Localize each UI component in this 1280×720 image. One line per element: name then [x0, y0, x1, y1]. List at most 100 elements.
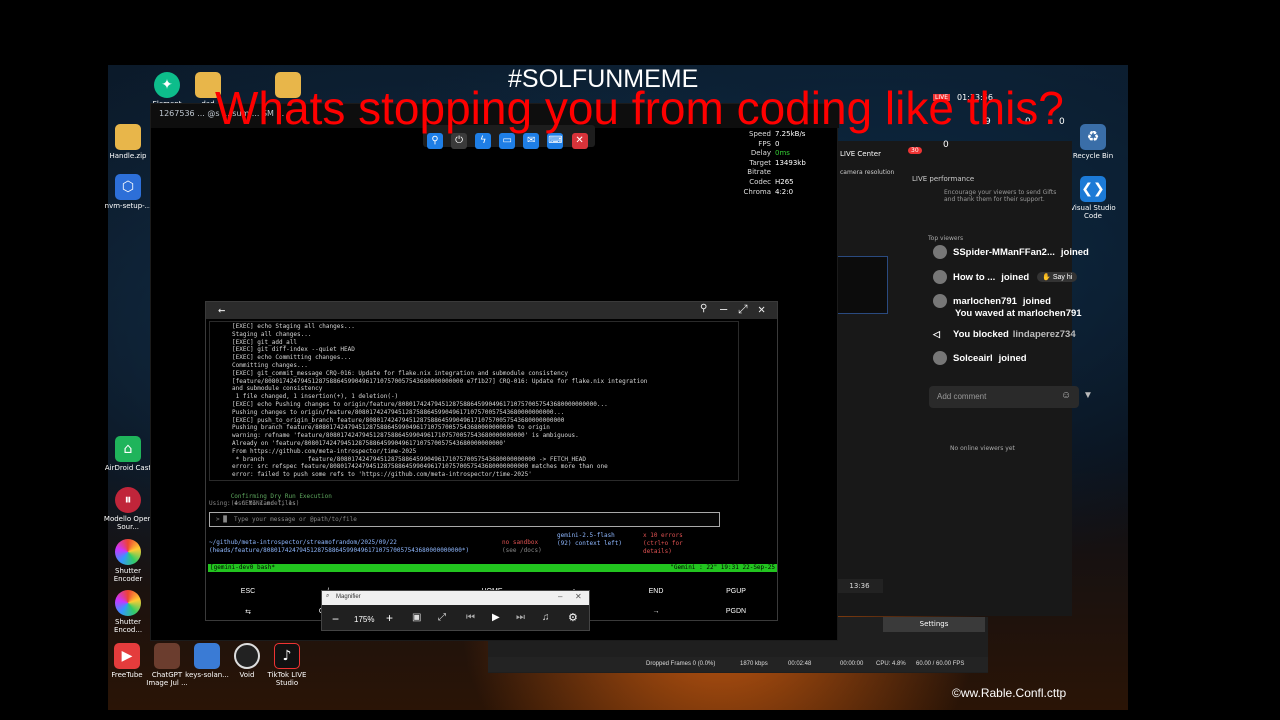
desktop-icon-handle-zip[interactable]: Handle.zip	[102, 124, 154, 160]
input-placeholder: Type your message or @path/to/file	[234, 516, 357, 523]
terminal-log-line: warning: refname 'feature/80801742479451…	[232, 432, 579, 440]
terminal-log-line: Pushing changes to origin/feature/808017…	[232, 408, 565, 416]
terminal-log-line: [EXEC] echo Committing changes...	[232, 354, 352, 362]
magnifier-app-icon: ⌕	[326, 593, 330, 599]
freetube-icon: ▶	[114, 643, 140, 669]
magnifier-title-bar: ⌕ Magnifier – ✕	[322, 591, 589, 605]
stat-value: 4:2:0	[775, 187, 794, 196]
extra-key[interactable]: PGDN	[724, 608, 748, 615]
extra-key[interactable]: END	[644, 588, 668, 595]
close-icon[interactable]: ✕	[575, 592, 582, 601]
desktop-icon-airdroid[interactable]: ⌂ AirDroid Cast	[102, 436, 154, 472]
dropped-frames: Dropped Frames 0 (0.0%)	[646, 661, 716, 667]
no-viewers-label: No online viewers yet	[950, 445, 1015, 452]
settings-button[interactable]: Settings	[883, 617, 985, 632]
zoom-in-button[interactable]: +	[386, 611, 393, 625]
desktop-icon-nvm-setup[interactable]: ⬡ nvm-setup-...	[102, 174, 154, 210]
desktop-icon-modello[interactable]: ⏸ Modello Open Sour...	[102, 487, 154, 531]
model-context: (92) context left)	[557, 540, 623, 547]
desktop-icon-label: Handle.zip	[109, 152, 147, 160]
extra-key[interactable]: ESC	[236, 588, 260, 595]
terminal-log-line: [EXEC] echo Staging all changes...	[232, 323, 355, 330]
extra-key[interactable]: PGUP	[724, 588, 748, 595]
read-aloud-icon[interactable]: ♫	[542, 612, 550, 623]
terminal-log-line: Staging all changes...	[232, 330, 312, 338]
emoji-icon[interactable]: ☺	[1061, 390, 1071, 401]
extra-key[interactable]: →	[644, 608, 668, 615]
message-input[interactable]: > █ Type your message or @path/to/file	[209, 512, 720, 527]
filter-icon[interactable]: ▼	[1083, 390, 1093, 401]
terminal-log-line: [EXEC] git_add_all	[232, 338, 298, 346]
say-hi-button[interactable]: ✋ Say hi	[1037, 272, 1078, 282]
desktop-icon-vscode[interactable]: ❮❯ Visual Studio Code	[1067, 176, 1119, 220]
image-icon	[154, 643, 180, 669]
chat-row: ◁ You blocked lindaperez734	[933, 326, 1076, 342]
void-icon	[234, 643, 260, 669]
chat-username: Solceairl	[953, 352, 993, 364]
back-arrow-icon[interactable]: ←	[218, 303, 225, 317]
terminal-log-line: [EXEC] git diff-index --quiet HEAD	[232, 346, 355, 354]
avatar	[933, 351, 947, 365]
minimize-icon[interactable]: –	[558, 592, 562, 601]
chat-row: Solceairl joined	[933, 350, 1027, 366]
error-hint: (ctrl+o for details)	[643, 540, 683, 555]
minimize-icon[interactable]: –	[720, 302, 727, 316]
settings-gear-icon[interactable]: ⚙	[568, 611, 578, 624]
chat-message: You blocked	[953, 328, 1009, 340]
previous-icon[interactable]: ⏮	[466, 612, 475, 623]
desktop-icon-label: Shutter Encoder	[113, 567, 143, 583]
magnifier-title: Magnifier	[336, 594, 361, 600]
tmux-session: [gemini-dev0 bash*	[210, 564, 276, 571]
zoom-out-button[interactable]: −	[332, 612, 339, 626]
element-icon: ✦	[154, 72, 180, 98]
fullscreen-icon[interactable]: ⤢	[438, 612, 446, 623]
fps-readout: 60.00 / 60.00 FPS	[916, 661, 965, 667]
stat-key: Target Bitrate	[747, 158, 771, 177]
pin-icon[interactable]: ⚲	[700, 303, 707, 314]
stat-value: 13493kb	[775, 158, 806, 167]
extra-key[interactable]: ⇆	[236, 608, 260, 616]
chat-action: joined	[998, 352, 1027, 364]
terminal-log-line: [EXEC] echo Pushing changes to origin/fe…	[232, 400, 608, 408]
desktop-icon-label: nvm-setup-...	[104, 202, 152, 210]
installer-icon: ⬡	[115, 174, 141, 200]
stat-value: 0	[775, 139, 780, 148]
stat-key: Delay	[750, 149, 771, 158]
chat-username: How to ...	[953, 271, 996, 283]
confirming-text: Confirming Dry Run Execution	[230, 492, 332, 500]
camera-resolution-label[interactable]: camera resolution	[840, 169, 894, 176]
terminal-log-line: [EXEC] push_to_origin_branch feature/808…	[232, 416, 565, 424]
close-icon[interactable]: ✕	[758, 302, 765, 316]
desktop-icon-label: Visual Studio Code	[1070, 204, 1116, 220]
error-count[interactable]: x 10 errors	[643, 532, 683, 540]
shutter-encoder-icon	[115, 590, 141, 616]
next-icon[interactable]: ⏭	[516, 612, 525, 623]
wave-icon: ✋	[1042, 274, 1053, 281]
live-chat: SSpider-MManFFan2... joined How to ... j…	[925, 232, 1105, 422]
remote-stats: Speed 7.25kB/s FPS 0 Delay 0ms Target Bitra…	[727, 130, 832, 197]
add-comment-input[interactable]: Add comment	[929, 386, 1079, 408]
desktop-icon-tiktok-live[interactable]: ♪ TikTok LIVE Studio	[261, 643, 313, 687]
desktop-icon-shutter-encoder-2[interactable]: Shutter Encod...	[102, 590, 154, 634]
terminal-log-line: Committing changes...	[232, 361, 308, 369]
live-center-label[interactable]: LIVE Center	[840, 150, 881, 158]
stat-value: 0ms	[775, 149, 790, 158]
terminal-log-line: From https://github.com/meta-introspecto…	[232, 447, 417, 455]
tiktok-icon: ♪	[274, 643, 300, 669]
chat-message: You waved at marlochen791	[955, 307, 1082, 319]
terminal-log-line: 1 file changed, 1 insertion(+), 1 deleti…	[232, 393, 399, 401]
chat-action: joined	[1001, 271, 1030, 283]
desktop-icon-label: Modello Open Sour...	[103, 515, 153, 531]
play-icon[interactable]: ▶	[492, 612, 500, 623]
maximize-icon[interactable]: ⤢	[738, 302, 748, 317]
record-icon: ⏸	[115, 487, 141, 513]
likes-count: 0	[943, 140, 949, 150]
view-mode-icon[interactable]: ▣	[412, 612, 421, 623]
tmux-clock: "Gemini : 22" 19:31 22-Sep-25	[670, 564, 775, 571]
terminal-log-line: and submodule consistency	[232, 385, 323, 393]
git-branch: (heads/feature/8080174247945128758864599…	[209, 547, 470, 554]
desktop-icon-shutter-encoder[interactable]: Shutter Encoder	[102, 539, 154, 583]
block-icon: ◁	[933, 328, 940, 339]
headline-overlay: Whats stopping you from coding like this…	[215, 82, 1064, 134]
cwd-path: ~/github/meta-introspector/streamofrando…	[209, 539, 397, 546]
